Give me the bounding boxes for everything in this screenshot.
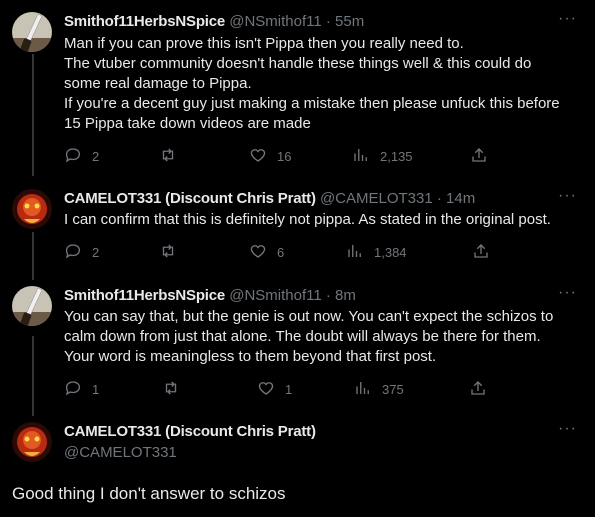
user-handle[interactable]: @NSmithof11 (229, 287, 321, 304)
tweet-header: CAMELOT331 (Discount Chris Pratt) (64, 422, 555, 442)
share-button[interactable] (469, 379, 487, 399)
retweet-icon (159, 242, 177, 263)
tweet-line: I can confirm that this is definitely no… (64, 211, 551, 228)
avatar-red-face[interactable] (12, 422, 52, 462)
tweet-line: Your word is meaningless to them beyond … (64, 348, 437, 365)
views-icon (346, 242, 364, 263)
tweet-text: I can confirm that this is definitely no… (64, 210, 575, 230)
more-icon[interactable]: ··· (558, 285, 577, 301)
tweet-line: 15 Pippa take down videos are made (64, 115, 311, 132)
more-icon[interactable]: ··· (558, 421, 577, 437)
views-button[interactable]: 2,135 (352, 146, 413, 166)
avatar-knife[interactable] (12, 286, 52, 326)
tweet-line: The vtuber community doesn't handle thes… (64, 55, 532, 72)
like-button[interactable]: 1 (257, 379, 292, 399)
retweet-icon (159, 146, 177, 167)
reply-button[interactable]: 1 (64, 379, 99, 399)
like-button[interactable]: 6 (249, 242, 284, 262)
timestamp[interactable]: · 14m (437, 190, 475, 207)
reply-icon (64, 242, 82, 263)
views-count: 375 (382, 381, 404, 397)
user-handle[interactable]: @NSmithof11 (229, 13, 321, 30)
retweet-icon (162, 379, 180, 400)
share-icon (469, 379, 487, 400)
views-icon (352, 146, 370, 167)
main-tweet-text: Good thing I don't answer to schizos (12, 484, 286, 503)
reply-tweet-1[interactable]: Smithof11HerbsNSpice @NSmithof11 · 55m ·… (0, 11, 595, 172)
views-count: 1,384 (374, 244, 407, 260)
retweet-button[interactable] (162, 379, 180, 399)
reply-tweet-3[interactable]: Smithof11HerbsNSpice @NSmithof11 · 8m ··… (0, 285, 595, 406)
display-name[interactable]: Smithof11HerbsNSpice (64, 287, 225, 304)
views-button[interactable]: 375 (354, 379, 404, 399)
user-handle[interactable]: @CAMELOT331 (64, 444, 177, 461)
avatar-knife[interactable] (12, 12, 52, 52)
like-icon (249, 146, 267, 167)
more-icon[interactable]: ··· (558, 188, 577, 204)
action-bar: 2 16 2,135 (64, 146, 494, 166)
timestamp[interactable]: · 55m (326, 13, 364, 30)
display-name[interactable]: CAMELOT331 (Discount Chris Pratt) (64, 190, 316, 207)
share-button[interactable] (472, 242, 490, 262)
tweet-line: If you're a decent guy just making a mis… (64, 95, 560, 112)
reply-button[interactable]: 2 (64, 146, 99, 166)
like-count: 16 (277, 148, 292, 164)
tweet-header: Smithof11HerbsNSpice @NSmithof11 · 8m (64, 286, 555, 306)
like-icon (249, 242, 267, 263)
tweet-line: Man if you can prove this isn't Pippa th… (64, 35, 464, 52)
views-count: 2,135 (380, 148, 413, 164)
reply-icon (64, 146, 82, 167)
tweet-header: Smithof11HerbsNSpice @NSmithof11 · 55m (64, 12, 555, 32)
avatar-red-face[interactable] (12, 189, 52, 229)
tweet-line: calm down from just that alone. The doub… (64, 328, 541, 345)
like-count: 1 (285, 381, 293, 397)
reply-icon (64, 379, 82, 400)
reply-count: 1 (92, 381, 100, 397)
tweet-header: CAMELOT331 (Discount Chris Pratt) @CAMEL… (64, 189, 555, 209)
like-icon (257, 379, 275, 400)
tweet-line: some real damage to Pippa. (64, 75, 252, 92)
like-button[interactable]: 16 (249, 146, 291, 166)
retweet-button[interactable] (159, 146, 177, 166)
main-tweet[interactable]: CAMELOT331 (Discount Chris Pratt) @CAMEL… (0, 421, 595, 512)
views-button[interactable]: 1,384 (346, 242, 407, 262)
reply-button[interactable]: 2 (64, 242, 99, 262)
tweet-text: You can say that, but the genie is out n… (64, 307, 575, 367)
tweet-text: Man if you can prove this isn't Pippa th… (64, 34, 575, 134)
display-name[interactable]: CAMELOT331 (Discount Chris Pratt) (64, 422, 555, 442)
share-icon (470, 146, 488, 167)
share-button[interactable] (470, 146, 488, 166)
timestamp[interactable]: · 8m (326, 287, 356, 304)
display-name[interactable]: Smithof11HerbsNSpice (64, 13, 225, 30)
like-count: 6 (277, 244, 285, 260)
views-icon (354, 379, 372, 400)
share-icon (472, 242, 490, 263)
reply-tweet-2[interactable]: CAMELOT331 (Discount Chris Pratt) @CAMEL… (0, 188, 595, 269)
reply-count: 2 (92, 148, 100, 164)
more-icon[interactable]: ··· (558, 11, 577, 27)
tweet-line: You can say that, but the genie is out n… (64, 308, 554, 325)
user-handle[interactable]: @CAMELOT331 (320, 190, 433, 207)
retweet-button[interactable] (159, 242, 177, 262)
reply-count: 2 (92, 244, 100, 260)
action-bar: 2 6 1,384 (64, 242, 494, 262)
action-bar: 1 1 375 (64, 379, 494, 399)
